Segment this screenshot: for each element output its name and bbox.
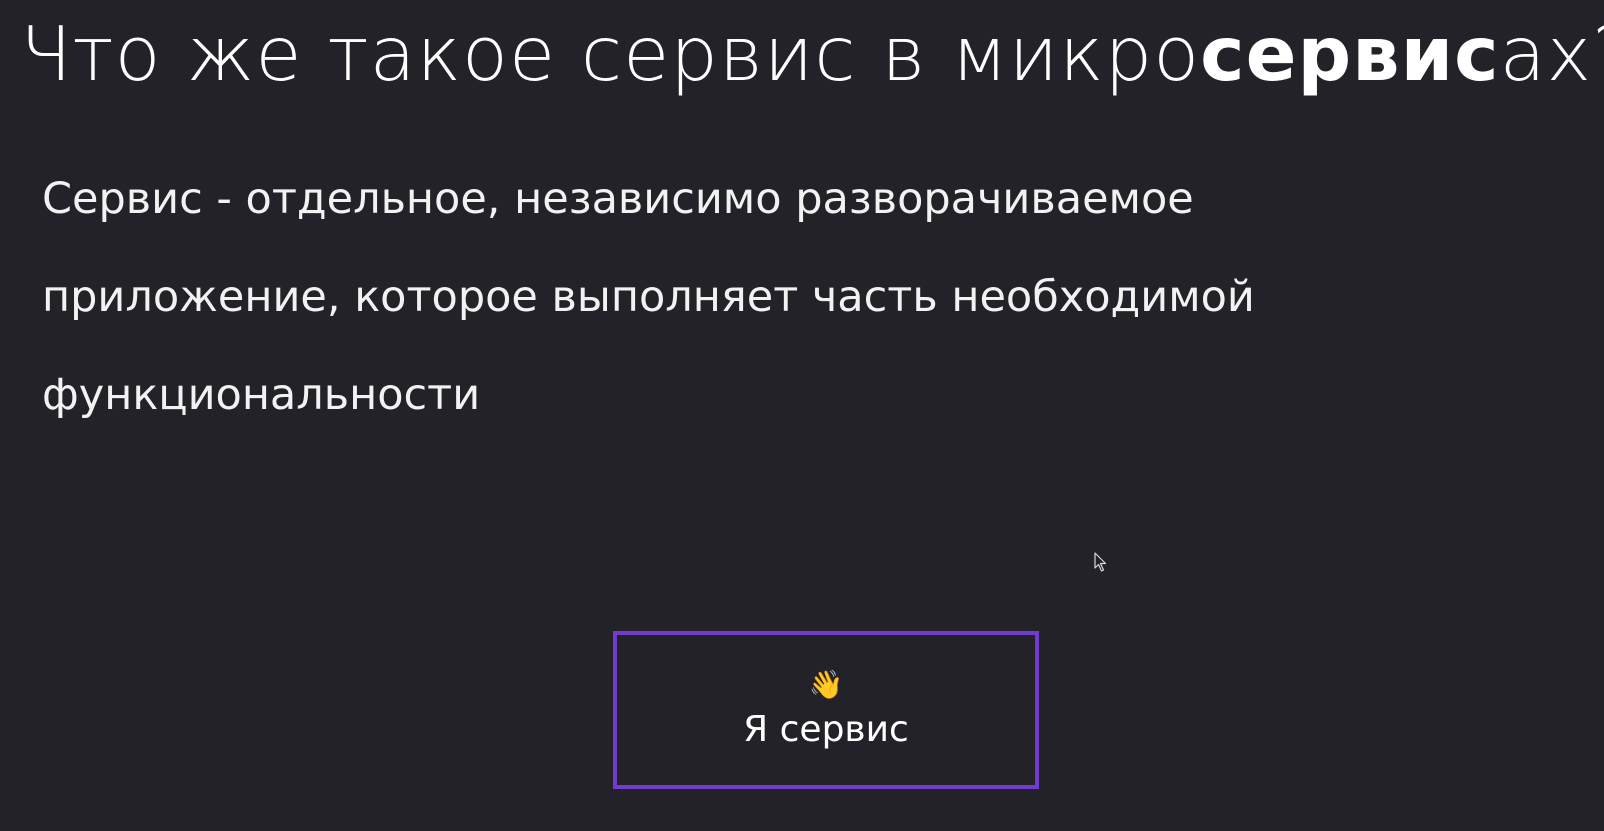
title-suffix: ах? <box>1499 10 1604 98</box>
definition-line-2: приложение, которое выполняет часть необ… <box>42 272 1255 322</box>
service-definition: Сервис - отдельное, независимо разворачи… <box>42 150 1522 444</box>
waving-hand-icon: 👋 <box>808 668 844 701</box>
service-card[interactable]: 👋 Я сервис <box>613 631 1039 789</box>
mouse-pointer-icon <box>1094 552 1107 572</box>
service-card-label: Я сервис <box>743 709 909 750</box>
slide: Что же такое сервис в микросервисах? Сер… <box>0 0 1604 831</box>
title-emphasis: сервис <box>1200 10 1500 98</box>
definition-line-3: функциональности <box>42 370 481 420</box>
slide-title: Что же такое сервис в микросервисах? <box>20 4 1604 104</box>
title-prefix: Что же такое сервис в микро <box>20 10 1201 98</box>
definition-line-1: Сервис - отдельное, независимо разворачи… <box>42 174 1194 224</box>
